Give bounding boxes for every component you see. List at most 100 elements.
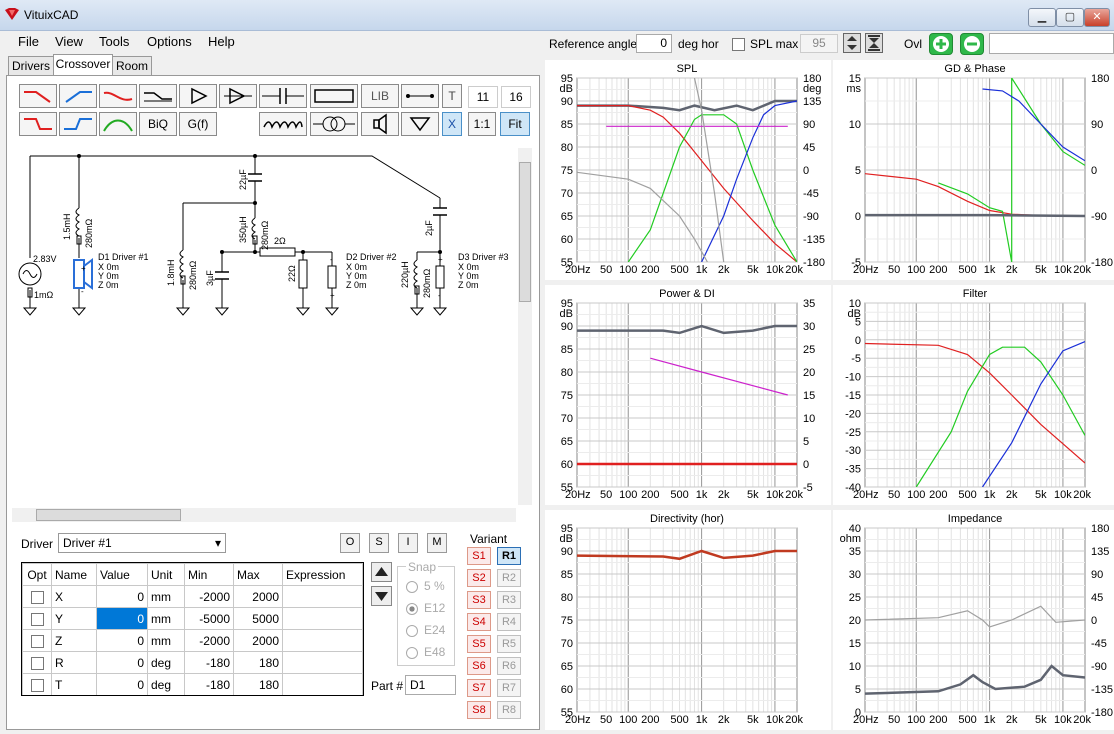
opt-checkbox[interactable] <box>30 590 44 604</box>
move-up-button[interactable] <box>371 562 392 582</box>
gf-tool[interactable]: G(f) <box>179 112 217 136</box>
zoom-fit-button[interactable]: Fit <box>500 112 530 136</box>
overlay-remove-button[interactable] <box>960 33 984 55</box>
amplifier-tool[interactable] <box>219 84 257 108</box>
schematic-vscroll[interactable] <box>518 148 532 505</box>
param-min[interactable]: -180 <box>184 673 234 695</box>
minimize-button[interactable]: ▁ <box>1028 8 1056 27</box>
param-min[interactable]: -2000 <box>184 629 234 652</box>
grid-size-input[interactable]: 11 <box>468 86 498 108</box>
lowpass1-tool[interactable] <box>19 84 57 108</box>
schematic-hscroll[interactable] <box>12 508 516 522</box>
plot-directivity-hor[interactable]: Directivity (hor) 95 90 85 80 75 70 65 60 55 dB 20H… <box>545 510 831 730</box>
param-max[interactable]: 180 <box>233 673 283 695</box>
library-button[interactable]: LIB <box>361 84 399 108</box>
param-expression[interactable] <box>282 607 363 630</box>
part-input[interactable]: D1 <box>405 675 456 695</box>
lowpass2-tool[interactable] <box>19 112 57 136</box>
driver-tool[interactable] <box>361 112 399 136</box>
resistor-tool[interactable] <box>310 84 358 108</box>
zoom-1-1-button[interactable]: 1:1 <box>468 112 496 136</box>
text-tool[interactable]: T <box>442 84 462 108</box>
param-value[interactable]: 0 <box>96 651 148 674</box>
variant-s7-button[interactable]: S7 <box>467 679 491 697</box>
variant-r5-button[interactable]: R5 <box>497 635 521 653</box>
tab-drivers[interactable]: Drivers <box>8 56 54 75</box>
move-down-button[interactable] <box>371 586 392 606</box>
plot-power-di[interactable]: Power & DI 95 90 85 80 75 70 65 60 55 dB 35 30 25 20 15… <box>545 285 831 505</box>
menu-file[interactable]: File <box>18 34 39 49</box>
menu-options[interactable]: Options <box>147 34 192 49</box>
inductor-tool[interactable] <box>259 112 307 136</box>
menu-tools[interactable]: Tools <box>99 34 129 49</box>
snap-5-radio[interactable] <box>406 580 418 593</box>
shelf-tool[interactable] <box>139 84 177 108</box>
param-max[interactable]: 2000 <box>233 585 283 608</box>
variant-r3-button[interactable]: R3 <box>497 591 521 609</box>
opt-checkbox[interactable] <box>30 656 44 670</box>
highpass1-tool[interactable] <box>59 84 97 108</box>
tab-room[interactable]: Room <box>112 56 152 75</box>
tab-crossover[interactable]: Crossover <box>53 54 113 76</box>
wire-tool[interactable] <box>401 84 439 108</box>
snap-e24-radio[interactable] <box>406 624 418 637</box>
driver-o-button[interactable]: O <box>340 533 360 553</box>
ref-angle-input[interactable]: 0 <box>636 34 672 53</box>
spl-max-input[interactable]: 95 <box>800 34 838 53</box>
font-size-input[interactable]: 16 <box>501 86 531 108</box>
variant-r1-button[interactable]: R1 <box>497 547 521 565</box>
param-min[interactable]: -180 <box>184 651 234 674</box>
variant-r7-button[interactable]: R7 <box>497 679 521 697</box>
variant-s6-button[interactable]: S6 <box>467 657 491 675</box>
menu-view[interactable]: View <box>55 34 83 49</box>
snap-e12-radio[interactable] <box>406 602 418 615</box>
spl-max-checkbox[interactable] <box>732 38 745 51</box>
x-tool[interactable]: X <box>442 112 462 136</box>
schematic-canvas[interactable]: 2.83V 1mΩ D1 Driver #1 X 0m Y 0m Z 0m D2… <box>12 148 516 505</box>
overlay-dropdown[interactable] <box>989 33 1114 54</box>
menu-help[interactable]: Help <box>208 34 235 49</box>
plot-spl[interactable]: SPL 95 90 85 80 75 70 65 60 55 dB 180 135 90 45 0 -45 -90… <box>545 60 831 280</box>
variant-s1-button[interactable]: S1 <box>467 547 491 565</box>
param-value[interactable]: 0 <box>96 585 148 608</box>
param-expression[interactable] <box>282 629 363 652</box>
param-min[interactable]: -2000 <box>184 585 234 608</box>
param-max[interactable]: 5000 <box>233 607 283 630</box>
variant-s4-button[interactable]: S4 <box>467 613 491 631</box>
variant-r4-button[interactable]: R4 <box>497 613 521 631</box>
spl-fit-button[interactable] <box>865 33 883 53</box>
variant-s8-button[interactable]: S8 <box>467 701 491 719</box>
param-value[interactable]: 0 <box>96 607 148 630</box>
ground-tool[interactable] <box>401 112 439 136</box>
variant-s2-button[interactable]: S2 <box>467 569 491 587</box>
capacitor-tool[interactable] <box>259 84 307 108</box>
variant-s5-button[interactable]: S5 <box>467 635 491 653</box>
spl-updown-button[interactable] <box>843 33 861 53</box>
param-value[interactable]: 0 <box>96 629 148 652</box>
overlay-add-button[interactable] <box>929 33 953 55</box>
variant-s3-button[interactable]: S3 <box>467 591 491 609</box>
close-button[interactable]: ✕ <box>1084 8 1110 27</box>
param-value[interactable]: 0 <box>96 673 148 695</box>
driver-m-button[interactable]: M <box>427 533 447 553</box>
driver-select[interactable]: Driver #1 ▾ <box>58 533 226 553</box>
param-max[interactable]: 180 <box>233 651 283 674</box>
param-expression[interactable] <box>282 673 363 695</box>
variant-r8-button[interactable]: R8 <box>497 701 521 719</box>
opt-checkbox[interactable] <box>30 634 44 648</box>
snap-e48-radio[interactable] <box>406 646 418 659</box>
param-min[interactable]: -5000 <box>184 607 234 630</box>
highpass2-tool[interactable] <box>59 112 97 136</box>
variant-r6-button[interactable]: R6 <box>497 657 521 675</box>
opt-checkbox[interactable] <box>30 678 44 692</box>
variant-r2-button[interactable]: R2 <box>497 569 521 587</box>
maximize-button[interactable]: ▢ <box>1056 8 1084 27</box>
plot-gd-phase[interactable]: GD & Phase 15 10 5 0 -5 ms 180 90 0 -90 -180 20Hz 50 1… <box>833 60 1114 280</box>
biquad-tool[interactable]: BiQ <box>139 112 177 136</box>
driver-i-button[interactable]: I <box>398 533 418 553</box>
bandpass-tool[interactable] <box>99 112 137 136</box>
param-expression[interactable] <box>282 585 363 608</box>
param-expression[interactable] <box>282 651 363 674</box>
plot-filter[interactable]: Filter 10 5 0 -5 -10 -15 -20 -25 -30 -35 -40 dB 20Hz 5… <box>833 285 1114 505</box>
allpass-tool[interactable] <box>99 84 137 108</box>
